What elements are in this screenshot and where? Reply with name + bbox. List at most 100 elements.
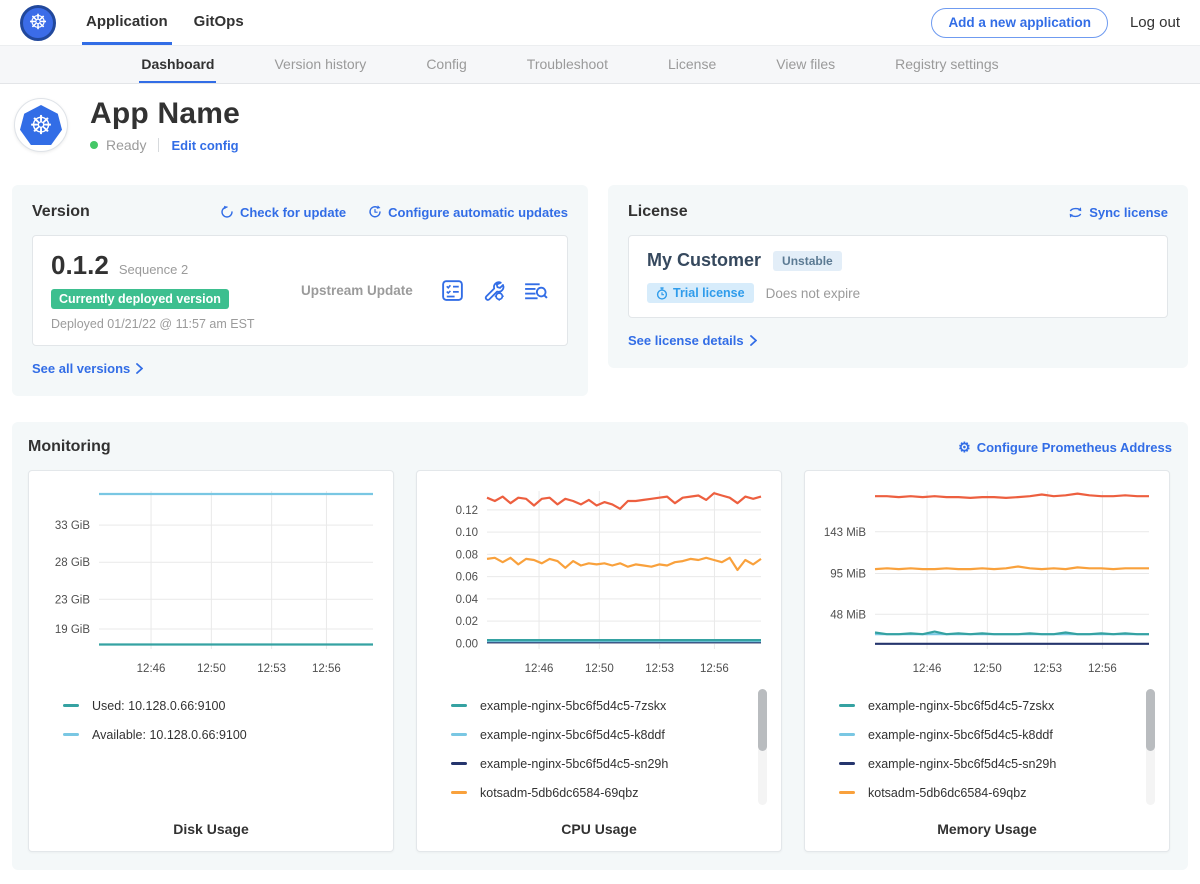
svg-text:12:50: 12:50 <box>973 663 1002 675</box>
charts-row: 19 GiB23 GiB28 GiB33 GiB12:4612:5012:531… <box>28 470 1172 852</box>
tab-label: View files <box>776 56 835 72</box>
see-license-details-link[interactable]: See license details <box>628 333 757 348</box>
tab-label: Troubleshoot <box>527 56 608 72</box>
legend-color-dash <box>63 704 79 707</box>
version-number: 0.1.2 <box>51 250 109 281</box>
svg-text:0.12: 0.12 <box>456 505 478 517</box>
tab-label: Version history <box>274 56 366 72</box>
configure-automatic-updates-link[interactable]: Configure automatic updates <box>368 205 568 220</box>
tab-registry-settings[interactable]: Registry settings <box>893 46 1000 83</box>
tab-label: Registry settings <box>895 56 998 72</box>
legend-scrollbar[interactable] <box>1146 689 1155 805</box>
sync-license-link[interactable]: Sync license <box>1068 205 1168 220</box>
kubernetes-logo[interactable]: ☸ <box>20 0 56 45</box>
check-for-update-link[interactable]: Check for update <box>220 205 346 220</box>
link-label: Configure automatic updates <box>388 205 568 220</box>
chevron-right-icon <box>750 335 757 346</box>
tab-label: License <box>668 56 716 72</box>
svg-text:0.06: 0.06 <box>456 572 478 584</box>
chart-card: 19 GiB23 GiB28 GiB33 GiB12:4612:5012:531… <box>28 470 394 852</box>
tab-troubleshoot[interactable]: Troubleshoot <box>525 46 610 83</box>
legend-color-dash <box>839 791 855 794</box>
divider <box>158 138 159 152</box>
svg-text:12:56: 12:56 <box>1088 663 1117 675</box>
legend-label: example-nginx-5bc6f5d4c5-k8ddf <box>868 728 1053 742</box>
tab-license[interactable]: License <box>666 46 718 83</box>
legend-label: Used: 10.128.0.66:9100 <box>92 699 225 713</box>
chart-card: 0.000.020.040.060.080.100.1212:4612:5012… <box>416 470 782 852</box>
svg-text:19 GiB: 19 GiB <box>55 624 90 636</box>
link-label: See all versions <box>32 361 130 376</box>
tab-view-files[interactable]: View files <box>774 46 837 83</box>
svg-text:23 GiB: 23 GiB <box>55 594 90 606</box>
license-card: License Sync license My Customer Unstabl… <box>608 185 1188 368</box>
legend-scrollbar[interactable] <box>758 689 767 805</box>
legend-item: example-nginx-5bc6f5d4c5-7zskx <box>451 691 751 720</box>
legend-label: example-nginx-5bc6f5d4c5-7zskx <box>868 699 1054 713</box>
chart-card: 48 MiB95 MiB143 MiB12:4612:5012:5312:56e… <box>804 470 1170 852</box>
clock-refresh-icon <box>368 205 382 219</box>
legend-label: example-nginx-5bc6f5d4c5-sn29h <box>868 757 1056 771</box>
legend-color-dash <box>839 704 855 707</box>
logout-link[interactable]: Log out <box>1130 14 1180 31</box>
svg-text:143 MiB: 143 MiB <box>824 527 867 539</box>
svg-text:95 MiB: 95 MiB <box>830 568 866 580</box>
legend-item: kotsadm-5db6dc6584-69qbz <box>451 778 751 807</box>
tab-version-history[interactable]: Version history <box>272 46 368 83</box>
svg-text:33 GiB: 33 GiB <box>55 520 90 532</box>
link-label: See license details <box>628 333 744 348</box>
svg-text:12:46: 12:46 <box>525 663 554 675</box>
kubernetes-helm-icon: ☸ <box>20 105 62 145</box>
license-type-badge: Trial license <box>647 283 754 303</box>
license-expiry: Does not expire <box>766 286 861 301</box>
line-chart: 48 MiB95 MiB143 MiB12:4612:5012:5312:56 <box>817 483 1155 681</box>
chart-legend: example-nginx-5bc6f5d4c5-7zskx example-ng… <box>817 687 1157 811</box>
kubernetes-helm-icon: ☸ <box>20 5 56 41</box>
tab-label: Config <box>426 56 466 72</box>
link-label: Check for update <box>240 205 346 220</box>
svg-text:12:53: 12:53 <box>257 663 286 675</box>
legend-item: Used: 10.128.0.66:9100 <box>63 691 363 720</box>
page-title: App Name <box>90 97 240 131</box>
svg-text:0.08: 0.08 <box>456 549 478 561</box>
status-dot-icon <box>90 141 98 149</box>
topnav-tab-application[interactable]: Application <box>82 0 172 45</box>
line-chart: 0.000.020.040.060.080.100.1212:4612:5012… <box>429 483 767 681</box>
gear-icon: ⚙ <box>958 440 971 454</box>
legend-label: Available: 10.128.0.66:9100 <box>92 728 247 742</box>
legend-color-dash <box>451 733 467 736</box>
legend-label: kotsadm-5db6dc6584-69qbz <box>868 786 1026 800</box>
svg-text:12:46: 12:46 <box>137 663 166 675</box>
link-label: Configure Prometheus Address <box>977 440 1172 455</box>
see-all-versions-link[interactable]: See all versions <box>32 361 143 376</box>
tab-dashboard[interactable]: Dashboard <box>139 46 216 83</box>
svg-text:0.02: 0.02 <box>456 616 478 628</box>
config-wrench-icon[interactable] <box>481 278 506 303</box>
topnav-tab-gitops[interactable]: GitOps <box>190 0 248 45</box>
badge-label: Trial license <box>673 286 745 300</box>
legend-label: example-nginx-5bc6f5d4c5-7zskx <box>480 699 666 713</box>
configure-prometheus-link[interactable]: ⚙ Configure Prometheus Address <box>958 440 1172 455</box>
add-application-button[interactable]: Add a new application <box>931 8 1108 38</box>
customer-name: My Customer <box>647 250 761 271</box>
legend-label: example-nginx-5bc6f5d4c5-sn29h <box>480 757 668 771</box>
legend-item: Available: 10.128.0.66:9100 <box>63 720 363 749</box>
legend-scrollbar-thumb[interactable] <box>758 689 767 751</box>
version-card-title: Version <box>32 203 90 221</box>
svg-text:0.04: 0.04 <box>456 594 479 606</box>
edit-config-link[interactable]: Edit config <box>171 138 238 153</box>
tab-config[interactable]: Config <box>424 46 468 83</box>
version-card: Version Check for update Configure autom… <box>12 185 588 396</box>
preflight-checks-icon[interactable] <box>440 278 465 303</box>
svg-text:12:50: 12:50 <box>197 663 226 675</box>
legend-color-dash <box>839 733 855 736</box>
deploy-logs-icon[interactable] <box>522 278 549 303</box>
svg-text:0.10: 0.10 <box>456 527 478 539</box>
svg-text:12:56: 12:56 <box>700 663 729 675</box>
legend-scrollbar-thumb[interactable] <box>1146 689 1155 751</box>
legend-item: example-nginx-5bc6f5d4c5-k8ddf <box>839 720 1139 749</box>
version-source-label: Upstream Update <box>301 283 440 298</box>
svg-text:12:50: 12:50 <box>585 663 614 675</box>
refresh-icon <box>220 205 234 219</box>
app-sub-nav: Dashboard Version history Config Trouble… <box>0 46 1200 84</box>
